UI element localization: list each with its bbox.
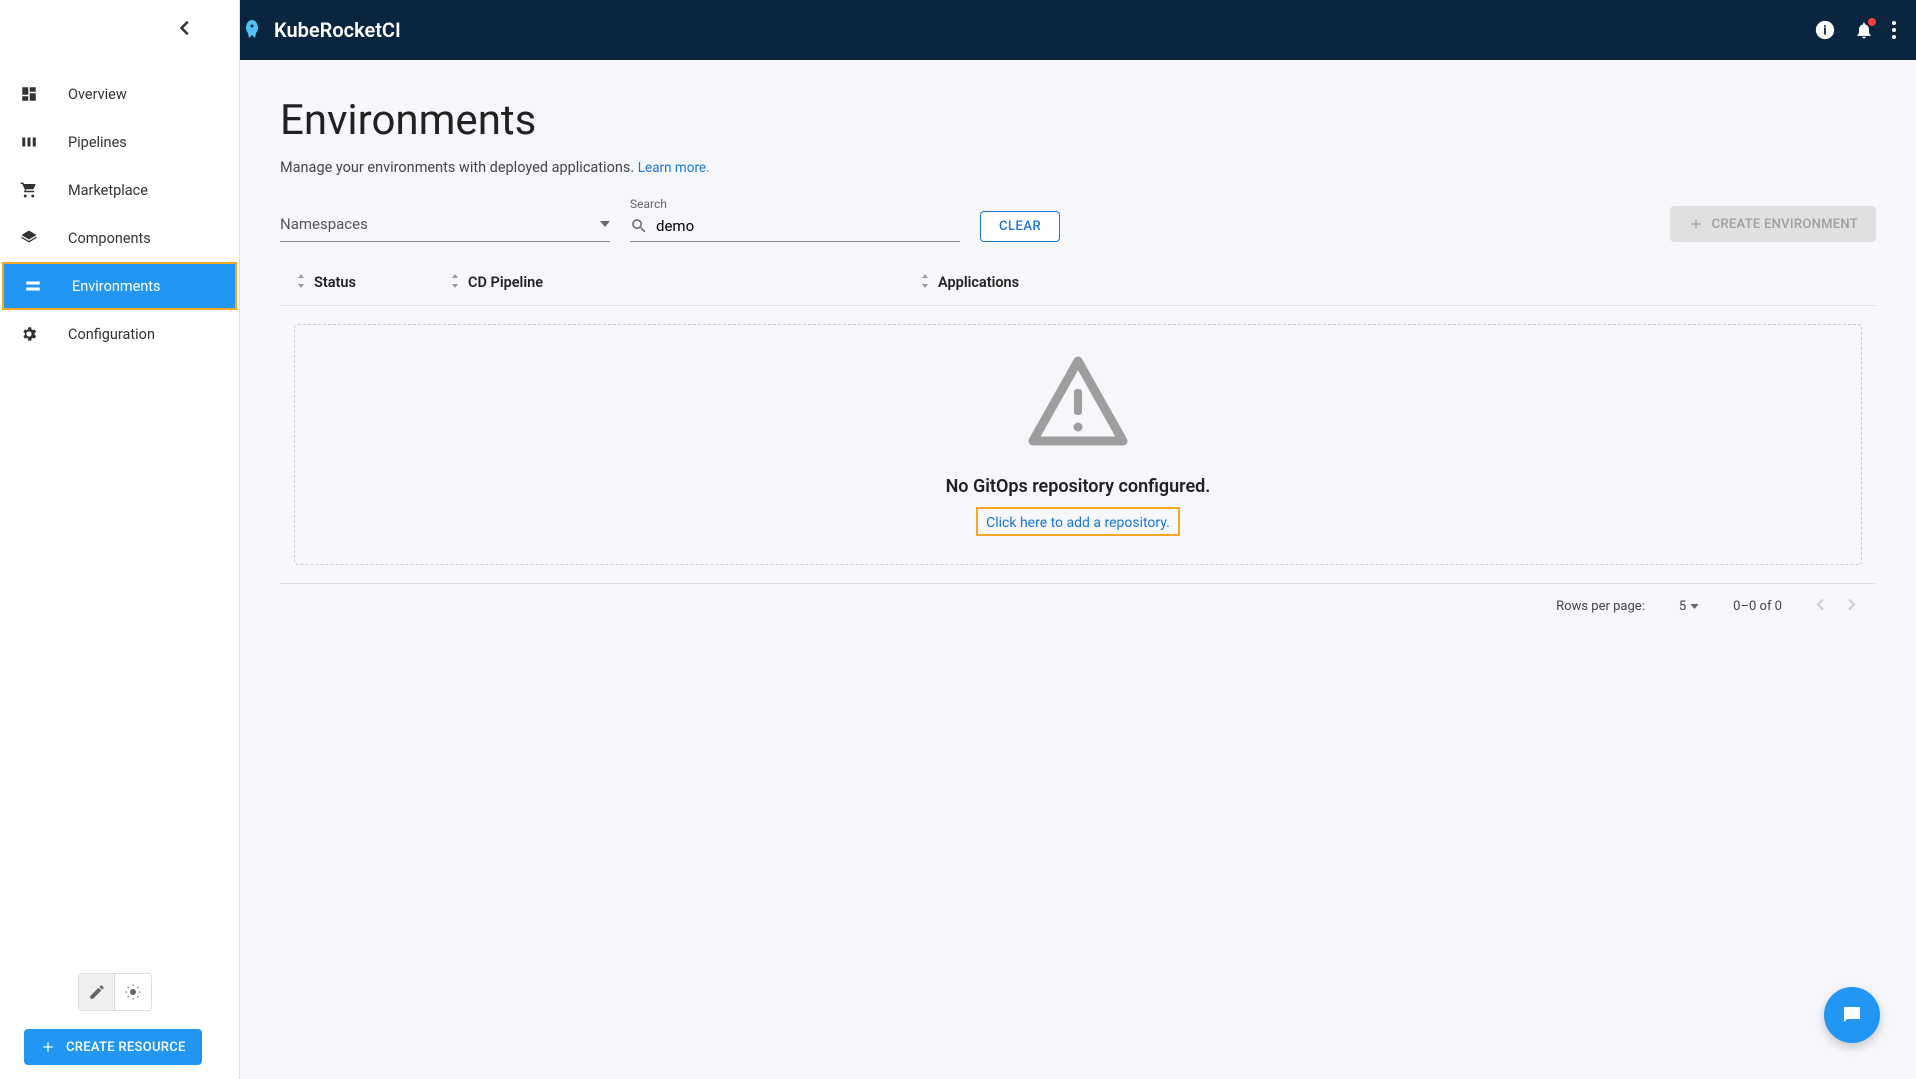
search-group: Search (630, 211, 960, 242)
sort-icon (920, 274, 930, 291)
theme-toggle-group (78, 973, 152, 1011)
clear-button[interactable]: CLEAR (980, 211, 1060, 242)
sidebar-item-label: Components (68, 230, 151, 247)
pipelines-icon (18, 131, 40, 153)
search-icon (630, 217, 648, 235)
main-content: Environments Manage your environments wi… (240, 60, 1916, 1079)
collapse-sidebar-icon[interactable] (179, 20, 189, 40)
app-header: KubeRocketCI i (0, 0, 1916, 60)
warning-icon (1023, 353, 1133, 448)
brand[interactable]: KubeRocketCI (240, 18, 401, 42)
column-cd-pipeline[interactable]: CD Pipeline (450, 274, 920, 291)
sidebar-item-label: Environments (72, 278, 161, 295)
prev-page-button[interactable] (1816, 598, 1824, 615)
sidebar-item-components[interactable]: Components (0, 214, 239, 262)
dashboard-icon (18, 83, 40, 105)
plus-icon (40, 1039, 56, 1055)
create-environment-button[interactable]: CREATE ENVIRONMENT (1670, 206, 1876, 242)
chevron-down-icon (600, 221, 610, 227)
learn-more-link[interactable]: Learn more. (638, 160, 710, 176)
plus-icon (1688, 216, 1704, 232)
cart-icon (18, 179, 40, 201)
empty-state: No GitOps repository configured. Click h… (294, 324, 1862, 565)
create-resource-label: CREATE RESOURCE (66, 1040, 186, 1055)
filter-row: Namespaces Search CLEAR CREATE ENVIRONME… (280, 206, 1876, 242)
namespaces-select[interactable]: Namespaces (280, 207, 610, 242)
page-subtitle: Manage your environments with deployed a… (280, 159, 1876, 176)
theme-light-button[interactable] (79, 974, 115, 1010)
theme-dark-button[interactable] (115, 974, 151, 1010)
sidebar: Overview Pipelines Marketplace Component… (0, 0, 240, 1079)
column-applications[interactable]: Applications (920, 274, 1866, 291)
search-input[interactable] (656, 217, 960, 235)
namespaces-label: Namespaces (280, 215, 368, 233)
rows-per-page-label: Rows per page: (1556, 599, 1645, 614)
add-repository-link[interactable]: Click here to add a repository. (986, 515, 1170, 531)
column-status[interactable]: Status (290, 274, 450, 291)
sidebar-item-label: Pipelines (68, 134, 127, 151)
sidebar-item-environments[interactable]: Environments (2, 262, 237, 310)
sidebar-nav: Overview Pipelines Marketplace Component… (0, 60, 239, 959)
search-label: Search (630, 197, 667, 211)
empty-title: No GitOps repository configured. (295, 476, 1861, 497)
sidebar-item-marketplace[interactable]: Marketplace (0, 166, 239, 214)
sidebar-item-label: Marketplace (68, 182, 148, 199)
gear-icon (18, 323, 40, 345)
sidebar-item-label: Overview (68, 86, 127, 103)
layers-icon (18, 227, 40, 249)
pagination: Rows per page: 5 0–0 of 0 (280, 583, 1876, 615)
sidebar-item-pipelines[interactable]: Pipelines (0, 118, 239, 166)
more-icon[interactable] (1892, 21, 1896, 39)
create-resource-button[interactable]: CREATE RESOURCE (24, 1029, 202, 1065)
environments-icon (22, 275, 44, 297)
chevron-down-icon (1690, 604, 1699, 609)
sidebar-footer: CREATE RESOURCE (0, 959, 239, 1079)
rocket-icon (240, 18, 264, 42)
sidebar-item-configuration[interactable]: Configuration (0, 310, 239, 358)
sort-icon (296, 274, 306, 291)
info-icon[interactable]: i (1814, 19, 1836, 41)
notification-dot (1868, 18, 1876, 26)
page-title: Environments (280, 96, 1876, 145)
page-range: 0–0 of 0 (1733, 599, 1782, 614)
sidebar-item-label: Configuration (68, 326, 155, 343)
sidebar-item-overview[interactable]: Overview (0, 70, 239, 118)
chat-icon (1840, 1003, 1864, 1027)
rows-per-page-select[interactable]: 5 (1679, 599, 1699, 614)
chat-fab[interactable] (1824, 987, 1880, 1043)
table-header: Status CD Pipeline Applications (280, 256, 1876, 306)
brand-text: KubeRocketCI (274, 18, 401, 42)
notifications-icon[interactable] (1854, 20, 1874, 40)
next-page-button[interactable] (1848, 598, 1856, 615)
sidebar-header (0, 0, 239, 60)
svg-text:i: i (1823, 24, 1826, 39)
sort-icon (450, 274, 460, 291)
header-actions: i (1814, 19, 1896, 41)
